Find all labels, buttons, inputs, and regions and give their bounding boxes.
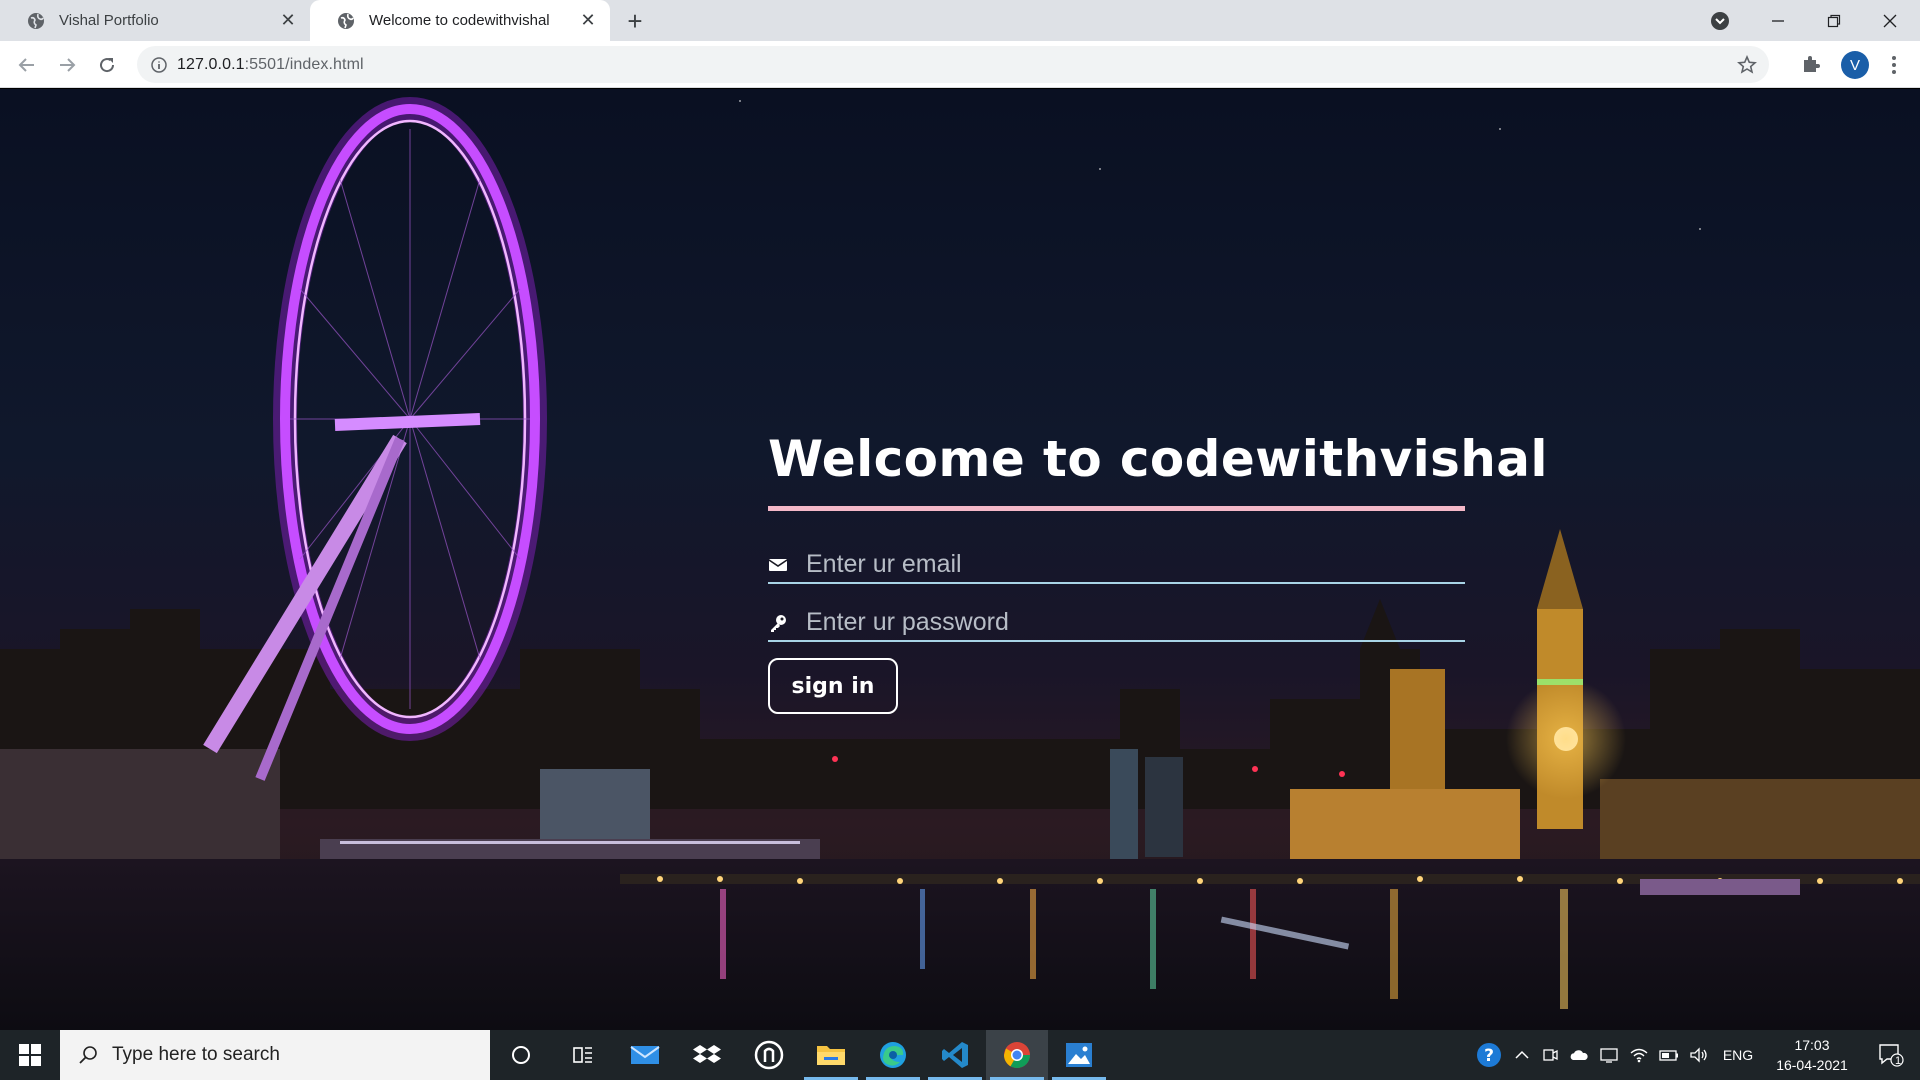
search-placeholder: Type here to search bbox=[112, 1044, 280, 1065]
windows-start-icon[interactable] bbox=[0, 1030, 60, 1080]
volume-icon[interactable] bbox=[1686, 1030, 1712, 1080]
photos-icon[interactable] bbox=[1048, 1030, 1110, 1080]
task-view-icon[interactable] bbox=[552, 1030, 614, 1080]
kebab-menu-icon[interactable] bbox=[1884, 51, 1904, 79]
star-icon[interactable] bbox=[1737, 55, 1757, 75]
clock[interactable]: 17:03 16-04-2021 bbox=[1762, 1035, 1862, 1075]
tab-search-icon[interactable] bbox=[1710, 11, 1730, 31]
meet-icon[interactable] bbox=[1538, 1030, 1562, 1080]
password-field bbox=[768, 605, 1465, 642]
info-icon[interactable] bbox=[151, 56, 167, 73]
tab-vishal-portfolio[interactable]: Vishal Portfolio ✕ bbox=[0, 0, 310, 41]
close-tab-icon[interactable]: ✕ bbox=[578, 10, 598, 31]
password-input[interactable] bbox=[806, 608, 1465, 637]
back-icon[interactable] bbox=[12, 50, 42, 80]
search-icon bbox=[79, 1046, 97, 1064]
onedrive-icon[interactable] bbox=[1566, 1030, 1592, 1080]
edge-icon[interactable] bbox=[862, 1030, 924, 1080]
new-tab-button[interactable]: + bbox=[622, 6, 648, 36]
tab-title: Welcome to codewithvishal bbox=[369, 12, 550, 29]
restore-icon[interactable] bbox=[1806, 0, 1862, 41]
svg-text:?: ? bbox=[1484, 1046, 1494, 1066]
help-icon[interactable]: ? bbox=[1472, 1030, 1506, 1080]
windows-taskbar: Type here to search ? ENG 17:03 16-04-20… bbox=[0, 1030, 1920, 1080]
chrome-icon[interactable] bbox=[986, 1030, 1048, 1080]
minimize-icon[interactable] bbox=[1750, 0, 1806, 41]
key-icon bbox=[768, 613, 788, 633]
app-icon[interactable] bbox=[738, 1030, 800, 1080]
url-path: :5501/index.html bbox=[244, 55, 364, 73]
tab-welcome-codewithvishal[interactable]: Welcome to codewithvishal ✕ bbox=[310, 0, 610, 41]
clock-time: 17:03 bbox=[1794, 1037, 1830, 1053]
page-viewport: Welcome to codewithvishal sign in bbox=[0, 89, 1920, 1030]
envelope-icon bbox=[768, 555, 788, 575]
taskbar-search-box[interactable]: Type here to search bbox=[60, 1030, 490, 1080]
browser-toolbar: 127.0.0.1:5501/index.html V bbox=[0, 41, 1920, 88]
page-title: Welcome to codewithvishal bbox=[768, 430, 1548, 488]
chevron-up-icon[interactable] bbox=[1510, 1030, 1534, 1080]
dropbox-icon[interactable] bbox=[676, 1030, 738, 1080]
close-tab-icon[interactable]: ✕ bbox=[278, 10, 298, 31]
forward-icon[interactable] bbox=[52, 50, 82, 80]
notification-center[interactable]: 1 bbox=[1866, 1030, 1916, 1080]
title-underline bbox=[768, 506, 1465, 511]
battery-icon[interactable] bbox=[1656, 1030, 1682, 1080]
display-icon[interactable] bbox=[1596, 1030, 1622, 1080]
email-input[interactable] bbox=[806, 550, 1465, 579]
url-text: 127.0.0.1:5501/index.html bbox=[177, 56, 364, 74]
globe-icon bbox=[338, 12, 354, 29]
vscode-icon[interactable] bbox=[924, 1030, 986, 1080]
globe-icon bbox=[28, 12, 44, 29]
close-window-icon[interactable] bbox=[1862, 0, 1918, 41]
login-form: Welcome to codewithvishal sign in bbox=[768, 430, 1548, 714]
cortana-icon[interactable] bbox=[490, 1030, 552, 1080]
wifi-icon[interactable] bbox=[1626, 1030, 1652, 1080]
profile-avatar[interactable]: V bbox=[1841, 51, 1869, 79]
email-field bbox=[768, 547, 1465, 584]
tab-title: Vishal Portfolio bbox=[59, 12, 159, 29]
mail-icon[interactable] bbox=[614, 1030, 676, 1080]
tab-strip: Vishal Portfolio ✕ Welcome to codewithvi… bbox=[0, 0, 1920, 41]
clock-date: 16-04-2021 bbox=[1776, 1057, 1848, 1073]
reload-icon[interactable] bbox=[92, 50, 122, 80]
notification-count: 1 bbox=[1895, 1055, 1902, 1067]
puzzle-icon[interactable] bbox=[1800, 53, 1822, 75]
sign-in-button[interactable]: sign in bbox=[768, 658, 898, 714]
url-host: 127.0.0.1 bbox=[177, 55, 245, 73]
file-explorer-icon[interactable] bbox=[800, 1030, 862, 1080]
address-bar[interactable]: 127.0.0.1:5501/index.html bbox=[137, 46, 1769, 83]
language-indicator[interactable]: ENG bbox=[1716, 1030, 1760, 1080]
